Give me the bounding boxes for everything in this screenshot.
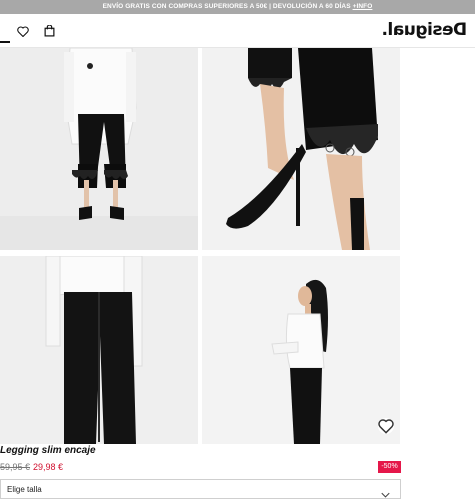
heart-icon[interactable] xyxy=(15,23,31,39)
menu-icon[interactable] xyxy=(0,41,10,43)
product-image-back[interactable] xyxy=(0,256,198,444)
promo-bar: ENVÍO GRATIS CON COMPRAS SUPERIORES A 50… xyxy=(0,0,475,14)
promo-text: ENVÍO GRATIS CON COMPRAS SUPERIORES A 50… xyxy=(102,3,351,10)
promo-info-link[interactable]: +INFO xyxy=(353,3,373,10)
product-image-lace-detail[interactable] xyxy=(202,48,400,250)
bag-icon[interactable] xyxy=(41,23,57,39)
product-name: Legging slim encaje xyxy=(0,445,96,456)
product-image-front[interactable] xyxy=(0,48,198,250)
size-select[interactable]: Elige talla xyxy=(0,479,401,499)
brand-logo[interactable]: Desigual. xyxy=(382,20,467,40)
size-select-label: Elige talla xyxy=(7,485,42,494)
add-to-wishlist-button[interactable] xyxy=(378,418,394,434)
site-header: Desigual. xyxy=(0,14,475,48)
sale-price: 29,98 € xyxy=(33,462,64,472)
product-image-side[interactable] xyxy=(202,256,400,444)
original-price: 59,95 € xyxy=(0,462,31,472)
discount-badge: -50% xyxy=(378,461,401,473)
chevron-down-icon xyxy=(381,485,390,503)
